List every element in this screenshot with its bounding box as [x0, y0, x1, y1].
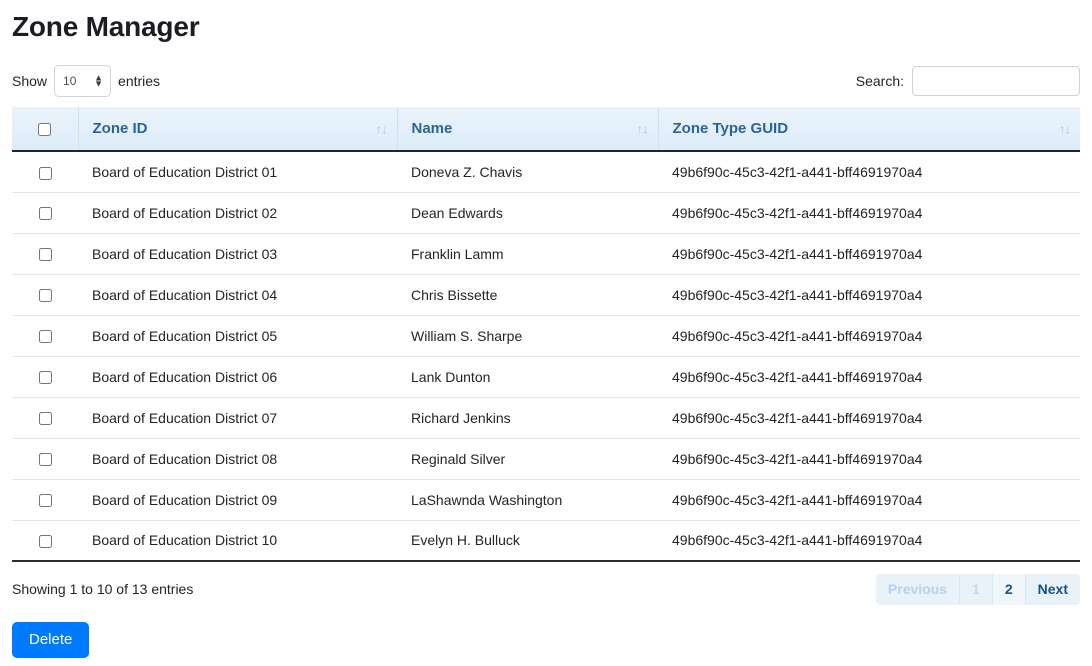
page-length-group: Show 102550100 ▲▼ entries	[12, 65, 160, 97]
column-header-name[interactable]: Name ↑↓	[397, 107, 658, 151]
column-header-name-label: Name	[412, 120, 453, 137]
row-select-cell[interactable]	[12, 479, 78, 520]
cell-name: Lank Dunton	[397, 356, 658, 397]
row-select-cell[interactable]	[12, 315, 78, 356]
zone-table-header-row: Zone ID ↑↓ Name ↑↓ Zone Type GUID ↑↓	[12, 107, 1080, 151]
row-select-cell[interactable]	[12, 151, 78, 192]
column-header-zone-type-guid[interactable]: Zone Type GUID ↑↓	[658, 107, 1080, 151]
column-header-select-all[interactable]	[12, 107, 78, 151]
delete-button[interactable]: Delete	[12, 622, 89, 658]
column-header-zone-id[interactable]: Zone ID ↑↓	[78, 107, 397, 151]
search-label: Search:	[856, 73, 904, 89]
sort-icon[interactable]: ↑↓	[376, 121, 387, 136]
cell-zone-type-guid: 49b6f90c-45c3-42f1-a441-bff4691970a4	[658, 233, 1080, 274]
table-toolbar: Show 102550100 ▲▼ entries Search:	[12, 62, 1080, 100]
row-checkbox[interactable]	[39, 535, 52, 548]
column-header-zone-id-label: Zone ID	[93, 120, 148, 137]
cell-name: Evelyn H. Bulluck	[397, 520, 658, 561]
pagination-item-previous: Previous	[876, 574, 960, 605]
column-header-zone-type-guid-label: Zone Type GUID	[673, 120, 789, 137]
cell-zone-id: Board of Education District 04	[78, 274, 397, 315]
table-footer: Showing 1 to 10 of 13 entries Previous12…	[12, 574, 1080, 604]
cell-zone-type-guid: 49b6f90c-45c3-42f1-a441-bff4691970a4	[658, 479, 1080, 520]
cell-zone-id: Board of Education District 06	[78, 356, 397, 397]
table-row[interactable]: Board of Education District 03Franklin L…	[12, 233, 1080, 274]
search-input[interactable]	[912, 66, 1080, 96]
table-row[interactable]: Board of Education District 10Evelyn H. …	[12, 520, 1080, 561]
table-row[interactable]: Board of Education District 01Doneva Z. …	[12, 151, 1080, 192]
row-checkbox[interactable]	[39, 494, 52, 507]
row-checkbox[interactable]	[39, 207, 52, 220]
show-label: Show	[12, 73, 47, 89]
row-select-cell[interactable]	[12, 192, 78, 233]
row-select-cell[interactable]	[12, 274, 78, 315]
sort-icon[interactable]: ↑↓	[637, 121, 648, 136]
row-checkbox[interactable]	[39, 289, 52, 302]
page-title: Zone Manager	[12, 0, 1080, 44]
row-select-cell[interactable]	[12, 233, 78, 274]
entries-label: entries	[118, 73, 160, 89]
zone-table: Zone ID ↑↓ Name ↑↓ Zone Type GUID ↑↓ Boa…	[12, 107, 1080, 562]
page-length-select-wrapper[interactable]: 102550100 ▲▼	[54, 65, 111, 97]
cell-zone-id: Board of Education District 05	[78, 315, 397, 356]
zone-table-body: Board of Education District 01Doneva Z. …	[12, 151, 1080, 561]
table-row[interactable]: Board of Education District 07Richard Je…	[12, 397, 1080, 438]
cell-zone-id: Board of Education District 01	[78, 151, 397, 192]
cell-zone-id: Board of Education District 09	[78, 479, 397, 520]
cell-name: LaShawnda Washington	[397, 479, 658, 520]
cell-zone-type-guid: 49b6f90c-45c3-42f1-a441-bff4691970a4	[658, 520, 1080, 561]
table-row[interactable]: Board of Education District 04Chris Biss…	[12, 274, 1080, 315]
search-group: Search:	[856, 66, 1080, 96]
row-checkbox[interactable]	[39, 330, 52, 343]
cell-zone-type-guid: 49b6f90c-45c3-42f1-a441-bff4691970a4	[658, 151, 1080, 192]
cell-zone-type-guid: 49b6f90c-45c3-42f1-a441-bff4691970a4	[658, 397, 1080, 438]
page-length-select[interactable]: 102550100	[54, 65, 111, 97]
pagination-item-2[interactable]: 2	[993, 574, 1026, 605]
cell-zone-id: Board of Education District 02	[78, 192, 397, 233]
sort-icon[interactable]: ↑↓	[1059, 121, 1070, 136]
cell-zone-type-guid: 49b6f90c-45c3-42f1-a441-bff4691970a4	[658, 192, 1080, 233]
cell-name: Dean Edwards	[397, 192, 658, 233]
zone-manager-page: Zone Manager Show 102550100 ▲▼ entries S…	[0, 0, 1092, 666]
cell-name: Reginald Silver	[397, 438, 658, 479]
row-checkbox[interactable]	[39, 453, 52, 466]
cell-zone-type-guid: 49b6f90c-45c3-42f1-a441-bff4691970a4	[658, 438, 1080, 479]
cell-zone-type-guid: 49b6f90c-45c3-42f1-a441-bff4691970a4	[658, 315, 1080, 356]
row-checkbox[interactable]	[39, 412, 52, 425]
cell-zone-id: Board of Education District 03	[78, 233, 397, 274]
table-row[interactable]: Board of Education District 06Lank Dunto…	[12, 356, 1080, 397]
row-select-cell[interactable]	[12, 356, 78, 397]
pagination: Previous12Next	[876, 574, 1080, 605]
row-checkbox[interactable]	[39, 371, 52, 384]
cell-name: Chris Bissette	[397, 274, 658, 315]
row-checkbox[interactable]	[39, 167, 52, 180]
cell-zone-id: Board of Education District 08	[78, 438, 397, 479]
table-row[interactable]: Board of Education District 05William S.…	[12, 315, 1080, 356]
cell-zone-id: Board of Education District 07	[78, 397, 397, 438]
row-select-cell[interactable]	[12, 520, 78, 561]
table-row[interactable]: Board of Education District 02Dean Edwar…	[12, 192, 1080, 233]
table-row[interactable]: Board of Education District 09LaShawnda …	[12, 479, 1080, 520]
cell-name: William S. Sharpe	[397, 315, 658, 356]
pagination-item-next[interactable]: Next	[1026, 574, 1080, 605]
table-row[interactable]: Board of Education District 08Reginald S…	[12, 438, 1080, 479]
zone-table-head: Zone ID ↑↓ Name ↑↓ Zone Type GUID ↑↓	[12, 107, 1080, 151]
table-info: Showing 1 to 10 of 13 entries	[12, 581, 193, 597]
select-all-checkbox[interactable]	[38, 123, 51, 136]
pagination-item-1[interactable]: 1	[960, 574, 993, 605]
cell-name: Franklin Lamm	[397, 233, 658, 274]
cell-zone-type-guid: 49b6f90c-45c3-42f1-a441-bff4691970a4	[658, 356, 1080, 397]
cell-name: Doneva Z. Chavis	[397, 151, 658, 192]
row-select-cell[interactable]	[12, 397, 78, 438]
cell-zone-type-guid: 49b6f90c-45c3-42f1-a441-bff4691970a4	[658, 274, 1080, 315]
cell-zone-id: Board of Education District 10	[78, 520, 397, 561]
row-select-cell[interactable]	[12, 438, 78, 479]
cell-name: Richard Jenkins	[397, 397, 658, 438]
row-checkbox[interactable]	[39, 248, 52, 261]
